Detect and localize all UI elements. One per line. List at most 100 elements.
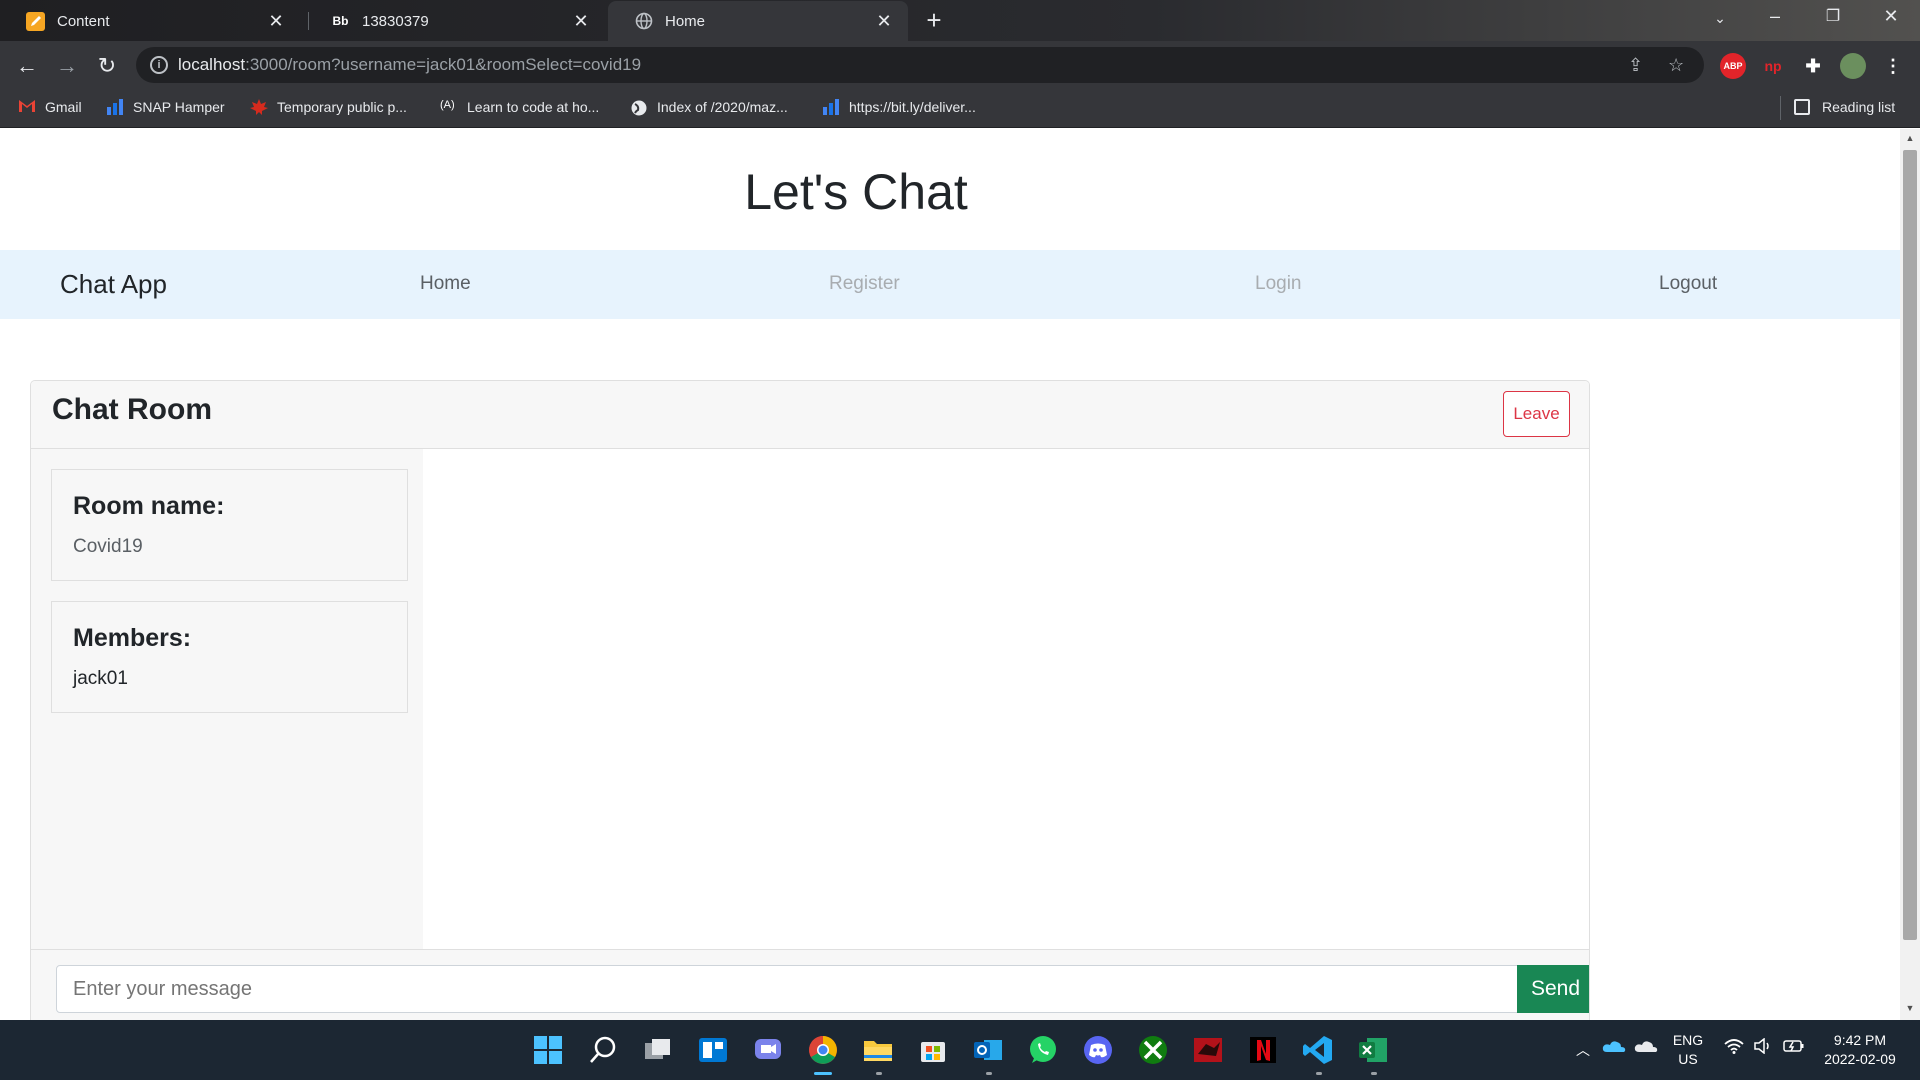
- address-bar[interactable]: i localhost:3000/room?username=jack01&ro…: [136, 47, 1704, 83]
- npf-extension-icon[interactable]: np: [1760, 53, 1786, 79]
- back-button[interactable]: ←: [11, 50, 43, 82]
- bookmark-bitly[interactable]: https://bit.ly/deliver...: [822, 99, 976, 115]
- netflix-icon[interactable]: [1247, 1034, 1279, 1066]
- tab-title: 13830379: [362, 12, 429, 30]
- close-icon[interactable]: ✕: [266, 11, 286, 32]
- bookmarks-bar: Gmail SNAP Hamper Temporary public p... …: [0, 90, 1920, 128]
- tab-title: Content: [57, 12, 110, 30]
- bookmark-learn-to-code[interactable]: (A) Learn to code at ho...: [440, 99, 599, 115]
- chat-sidebar: Room name: Covid19 Members: jack01: [31, 449, 423, 949]
- reading-list-button[interactable]: Reading list: [1794, 99, 1895, 115]
- tab-home[interactable]: Home ✕: [608, 1, 908, 41]
- microsoft-store-icon[interactable]: [917, 1034, 949, 1066]
- tab-search-icon[interactable]: ⌄: [1700, 10, 1740, 27]
- vscode-icon[interactable]: [1302, 1034, 1334, 1066]
- close-icon[interactable]: ✕: [571, 11, 591, 32]
- nav-link-register[interactable]: Register: [829, 273, 900, 295]
- avatar[interactable]: [1840, 53, 1866, 79]
- room-name-box: Room name: Covid19: [51, 469, 408, 581]
- bookmark-gmail[interactable]: Gmail: [18, 99, 82, 115]
- xbox-icon[interactable]: [1137, 1034, 1169, 1066]
- bookmark-separator: [1780, 96, 1781, 120]
- bars-icon: [822, 99, 840, 115]
- maple-leaf-icon: [250, 99, 268, 115]
- bookmark-snap-hamper[interactable]: SNAP Hamper: [106, 99, 225, 115]
- close-icon[interactable]: ✕: [874, 11, 894, 32]
- nav-link-home[interactable]: Home: [420, 273, 471, 295]
- outlook-icon[interactable]: [972, 1034, 1004, 1066]
- restore-button[interactable]: ❐: [1813, 6, 1853, 26]
- chat-room-card: Chat Room Leave Room name: Covid19 Membe…: [30, 380, 1590, 1020]
- wifi-icon[interactable]: [1724, 1038, 1744, 1059]
- share-icon[interactable]: ⇪: [1628, 55, 1643, 76]
- chevron-up-icon[interactable]: ︿: [1576, 1040, 1590, 1060]
- input-language[interactable]: ENG US: [1666, 1031, 1710, 1069]
- navbar: Chat App Home Register Login Logout: [0, 250, 1900, 319]
- whatsapp-icon[interactable]: [1027, 1034, 1059, 1066]
- active-app-indicator: [814, 1072, 832, 1075]
- message-input[interactable]: [56, 965, 1518, 1013]
- game-app-icon[interactable]: [1192, 1034, 1224, 1066]
- globe-icon: [634, 12, 653, 31]
- onedrive-icon[interactable]: [1602, 1038, 1626, 1059]
- send-button[interactable]: Send: [1517, 965, 1589, 1013]
- windows-start-icon[interactable]: [532, 1034, 564, 1066]
- members-heading: Members:: [73, 624, 192, 652]
- reading-list-icon: [1794, 99, 1810, 115]
- search-icon[interactable]: [587, 1034, 619, 1066]
- window-close-button[interactable]: ✕: [1871, 6, 1911, 27]
- browser-toolbar: ← → ↻ i localhost:3000/room?username=jac…: [0, 41, 1920, 90]
- battery-icon[interactable]: [1783, 1038, 1805, 1059]
- clock[interactable]: 9:42 PM 2022-02-09: [1812, 1031, 1908, 1069]
- bars-icon: [106, 99, 124, 115]
- nav-link-login[interactable]: Login: [1255, 273, 1302, 295]
- members-box: Members: jack01: [51, 601, 408, 713]
- chat-footer: Send: [31, 949, 1589, 1020]
- forward-button[interactable]: →: [51, 50, 83, 82]
- url-text[interactable]: localhost:3000/room?username=jack01&room…: [178, 55, 641, 75]
- scroll-up-icon[interactable]: ▲: [1900, 133, 1920, 143]
- scrollbar-thumb[interactable]: [1903, 150, 1917, 940]
- star-icon[interactable]: ☆: [1668, 55, 1684, 76]
- web-page: Let's Chat Chat App Home Register Login …: [0, 129, 1900, 1020]
- navbar-brand[interactable]: Chat App: [60, 269, 167, 300]
- page-scrollbar[interactable]: ▲ ▼: [1900, 129, 1920, 1020]
- chrome-icon[interactable]: [807, 1034, 839, 1066]
- onedrive-personal-icon[interactable]: [1634, 1038, 1658, 1059]
- gmail-icon: [18, 99, 36, 115]
- bookmark-temporary-public[interactable]: Temporary public p...: [250, 99, 407, 115]
- tab-title: Home: [665, 12, 706, 30]
- tab-blackboard[interactable]: Bb 13830379 ✕: [305, 1, 605, 41]
- teams-chat-icon[interactable]: [752, 1034, 784, 1066]
- chat-room-header: Chat Room Leave: [31, 381, 1589, 449]
- code-icon: (A): [440, 99, 455, 111]
- tab-strip: Content ✕ Bb 13830379 ✕ Home ✕ + ⌄ – ❐ ✕: [0, 0, 1920, 41]
- leave-button[interactable]: Leave: [1503, 391, 1570, 437]
- running-app-indicator: [1371, 1072, 1377, 1075]
- excel-icon[interactable]: [1357, 1034, 1389, 1066]
- task-view-icon[interactable]: [642, 1034, 674, 1066]
- menu-icon[interactable]: ⋮: [1880, 53, 1906, 79]
- chat-room-title: Chat Room: [52, 393, 212, 426]
- bookmark-index[interactable]: Index of /2020/maz...: [630, 99, 788, 116]
- chat-messages: [423, 449, 1589, 949]
- adblock-icon[interactable]: ABP: [1720, 53, 1746, 79]
- room-name-heading: Room name:: [73, 492, 225, 520]
- reload-button[interactable]: ↻: [91, 50, 123, 82]
- file-explorer-icon[interactable]: [862, 1034, 894, 1066]
- running-app-indicator: [1316, 1072, 1322, 1075]
- volume-icon[interactable]: [1753, 1037, 1773, 1059]
- page-title: Let's Chat: [744, 164, 968, 220]
- globe-icon: [630, 99, 648, 116]
- discord-icon[interactable]: [1082, 1034, 1114, 1066]
- new-tab-button[interactable]: +: [920, 7, 948, 35]
- scroll-down-icon[interactable]: ▼: [1900, 1003, 1920, 1013]
- puzzle-icon[interactable]: ✚: [1800, 53, 1826, 79]
- member-item: jack01: [73, 668, 128, 689]
- room-name-value: Covid19: [73, 536, 143, 557]
- minimize-button[interactable]: –: [1755, 6, 1795, 27]
- info-icon[interactable]: i: [150, 56, 168, 74]
- tab-content[interactable]: Content ✕: [0, 1, 300, 41]
- nav-link-logout[interactable]: Logout: [1659, 273, 1717, 295]
- widgets-icon[interactable]: [697, 1034, 729, 1066]
